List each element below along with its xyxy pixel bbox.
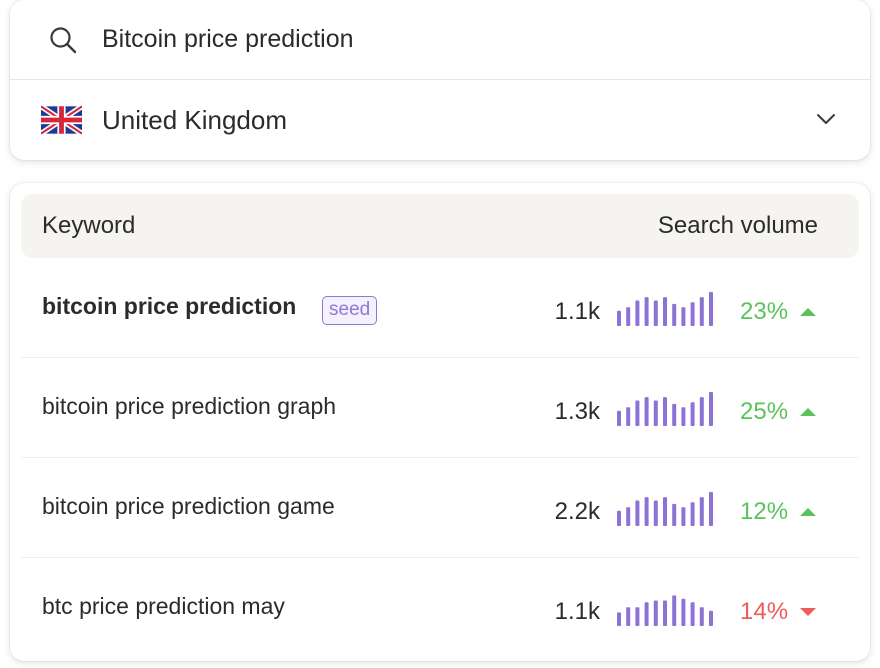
sparkline-bar [617, 310, 621, 326]
trend-sparkline [617, 292, 713, 326]
sparkline-bar [690, 302, 695, 326]
sparkline-bar [626, 307, 631, 326]
country-select[interactable]: United Kingdom [10, 80, 870, 160]
sparkline-bar [709, 492, 713, 526]
sparkline-bar [681, 307, 686, 326]
trend-up-icon [800, 308, 816, 316]
search-volume: 1.3k [554, 398, 600, 425]
country-name: United Kingdom [102, 104, 287, 135]
trend-sparkline [617, 595, 713, 626]
sparkline-bar [653, 500, 658, 526]
sparkline-bar [644, 397, 649, 426]
keyword-label: btc price prediction may [42, 593, 285, 619]
trend-down-icon [800, 608, 816, 616]
table-row[interactable]: bitcoin price prediction graph 1.3k 25% [21, 358, 859, 458]
sparkline-bar [709, 392, 713, 426]
sparkline-bar [709, 292, 713, 326]
keyword-label: bitcoin price prediction graph [42, 393, 337, 419]
sparkline-bar [626, 507, 631, 526]
sparkline-bar [644, 297, 649, 326]
search-icon [48, 25, 78, 55]
search-input[interactable]: Bitcoin price prediction [10, 0, 870, 80]
change-percent: 23% [740, 298, 789, 325]
sparkline-bar [681, 598, 686, 626]
sparkline-bar [699, 297, 704, 326]
sparkline-bar [635, 500, 640, 526]
sparkline-bar [663, 600, 667, 626]
sparkline-bar [690, 502, 695, 526]
sparkline-bar [672, 403, 677, 426]
sparkline-bar [653, 300, 658, 326]
trend-up-icon [800, 508, 816, 516]
search-query: Bitcoin price prediction [102, 25, 354, 53]
keyword-column-header: Keyword [42, 212, 136, 239]
search-volume: 1.1k [554, 598, 600, 625]
sparkline-bar [663, 297, 667, 326]
sparkline-bar [690, 602, 695, 626]
change-percent: 25% [740, 398, 789, 425]
change-percent: 14% [740, 598, 789, 625]
sparkline-bar [672, 503, 677, 526]
sparkline-bar [635, 300, 640, 326]
sparkline-bar [709, 610, 713, 626]
table-header: Keyword Search volume [21, 194, 859, 258]
change-percent: 12% [740, 498, 789, 525]
sparkline-bar [617, 510, 621, 526]
sparkline-bar [699, 497, 704, 526]
chevron-down-icon[interactable] [814, 107, 838, 131]
trend-up-icon [800, 408, 816, 416]
sparkline-bar [690, 402, 695, 426]
sparkline-bar [635, 607, 640, 626]
search-card: Bitcoin price prediction United Kingdom [10, 0, 870, 160]
sparkline-bar [617, 410, 621, 426]
table-row[interactable]: bitcoin price prediction seed 1.1k 23% [21, 258, 859, 358]
sparkline-bar [635, 400, 640, 426]
sparkline-bar [626, 607, 631, 626]
sparkline-bar [626, 407, 631, 426]
sparkline-bar [672, 595, 677, 626]
seed-badge: seed [322, 296, 378, 325]
sparkline-bar [699, 607, 704, 626]
sparkline-bar [699, 397, 704, 426]
sparkline-bar [644, 497, 649, 526]
results-table: Keyword Search volume bitcoin price pred… [10, 183, 870, 661]
keyword-label: bitcoin price prediction [42, 293, 297, 319]
trend-sparkline [617, 392, 713, 426]
keyword-label: bitcoin price prediction game [42, 493, 335, 519]
sparkline-bar [653, 400, 658, 426]
sparkline-bar [644, 602, 649, 626]
volume-column-header: Search volume [657, 212, 818, 239]
sparkline-bar [617, 612, 621, 626]
search-volume: 1.1k [554, 298, 600, 325]
table-row[interactable]: bitcoin price prediction game 2.2k 12% [21, 458, 859, 558]
sparkline-bar [672, 303, 677, 326]
table-row[interactable]: btc price prediction may 1.1k 14% [21, 558, 859, 658]
sparkline-bar [653, 600, 658, 626]
sparkline-bar [681, 507, 686, 526]
sparkline-bar [681, 407, 686, 426]
uk-flag-icon [41, 105, 82, 135]
sparkline-bar [663, 497, 667, 526]
search-volume: 2.2k [554, 498, 600, 525]
sparkline-bar [663, 397, 667, 426]
trend-sparkline [617, 492, 713, 526]
